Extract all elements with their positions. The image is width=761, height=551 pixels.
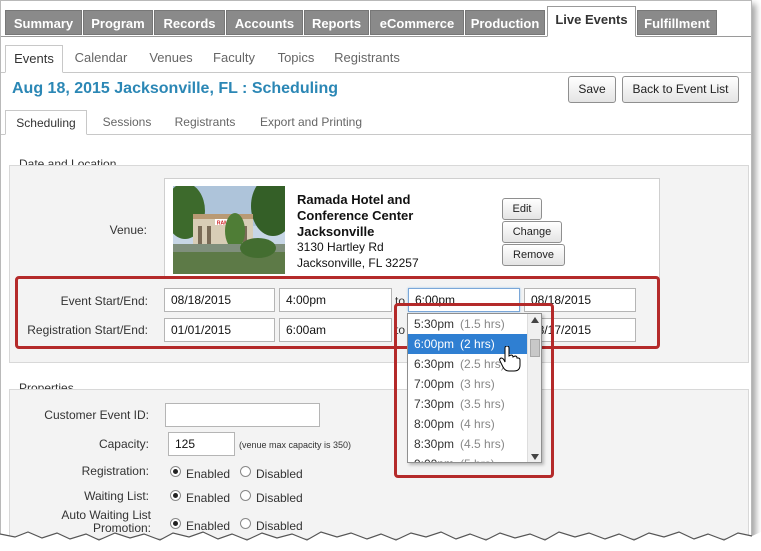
capacity-input[interactable]: 125 [168, 432, 235, 456]
venue-address-line1: 3130 Hartley Rd [297, 240, 384, 254]
subnav-topics[interactable]: Topics [268, 45, 324, 73]
remove-venue-button[interactable]: Remove [502, 244, 565, 266]
sub-nav: Events Calendar Venues Faculty Topics Re… [1, 45, 751, 73]
section-tabs: Scheduling Sessions Registrants Export a… [1, 110, 751, 135]
customer-event-id-label: Customer Event ID: [44, 408, 149, 422]
capacity-label: Capacity: [98, 437, 149, 451]
nav-production[interactable]: Production [465, 10, 545, 35]
subnav-faculty[interactable]: Faculty [206, 45, 262, 73]
customer-event-id-input[interactable] [165, 403, 320, 427]
save-button[interactable]: Save [568, 76, 616, 103]
waiting-list-disabled-label: Disabled [256, 491, 303, 505]
nav-accounts[interactable]: Accounts [226, 10, 303, 35]
waiting-list-enabled-radio[interactable] [170, 490, 181, 501]
registration-disabled-radio[interactable] [240, 466, 251, 477]
waiting-list-disabled-radio[interactable] [240, 490, 251, 501]
venue-name: Ramada Hotel and Conference Center Jacks… [297, 192, 414, 239]
venue-photo: RAMADA [173, 186, 285, 274]
capacity-note: (venue max capacity is 350) [239, 440, 352, 450]
torn-edge [0, 531, 761, 551]
nav-reports[interactable]: Reports [304, 10, 369, 35]
registration-label: Registration: [81, 464, 149, 478]
registration-enabled-radio[interactable] [170, 466, 181, 477]
dropdown-highlight [394, 303, 554, 478]
tab-export-and-printing[interactable]: Export and Printing [253, 110, 369, 135]
top-nav: Summary Program Records Accounts Reports… [1, 1, 751, 37]
subnav-events[interactable]: Events [5, 45, 63, 73]
page-title: Aug 18, 2015 Jacksonville, FL : Scheduli… [12, 80, 339, 97]
nav-program[interactable]: Program [83, 10, 153, 35]
app-window: Summary Program Records Accounts Reports… [0, 0, 752, 540]
registration-disabled-label: Disabled [256, 467, 303, 481]
venue-address-line2: Jacksonville, FL 32257 [297, 256, 419, 270]
tab-sessions[interactable]: Sessions [94, 110, 160, 135]
nav-fulfillment[interactable]: Fulfillment [637, 10, 717, 35]
subnav-registrants[interactable]: Registrants [328, 45, 406, 73]
venue-label: Venue: [109, 223, 147, 237]
registration-enabled-label: Enabled [186, 467, 231, 481]
tab-scheduling[interactable]: Scheduling [5, 110, 87, 135]
hand-cursor-icon [499, 346, 521, 372]
nav-summary[interactable]: Summary [5, 10, 82, 35]
nav-records[interactable]: Records [154, 10, 225, 35]
waiting-list-label: Waiting List: [84, 489, 149, 503]
date-rows-highlight [15, 276, 660, 349]
edit-venue-button[interactable]: Edit [502, 198, 542, 220]
venue-card: RAMADA Ramada Hotel and Conference Cente… [164, 178, 660, 278]
subnav-venues[interactable]: Venues [143, 45, 199, 73]
nav-live-events[interactable]: Live Events [547, 6, 636, 37]
subnav-calendar[interactable]: Calendar [69, 45, 133, 73]
back-to-event-list-button[interactable]: Back to Event List [622, 76, 739, 103]
nav-ecommerce[interactable]: eCommerce [370, 10, 464, 35]
auto-waiting-list-line1: Auto Waiting List [61, 508, 151, 522]
waiting-list-enabled-label: Enabled [186, 491, 231, 505]
tab-registrants[interactable]: Registrants [167, 110, 243, 135]
change-venue-button[interactable]: Change [502, 221, 562, 243]
